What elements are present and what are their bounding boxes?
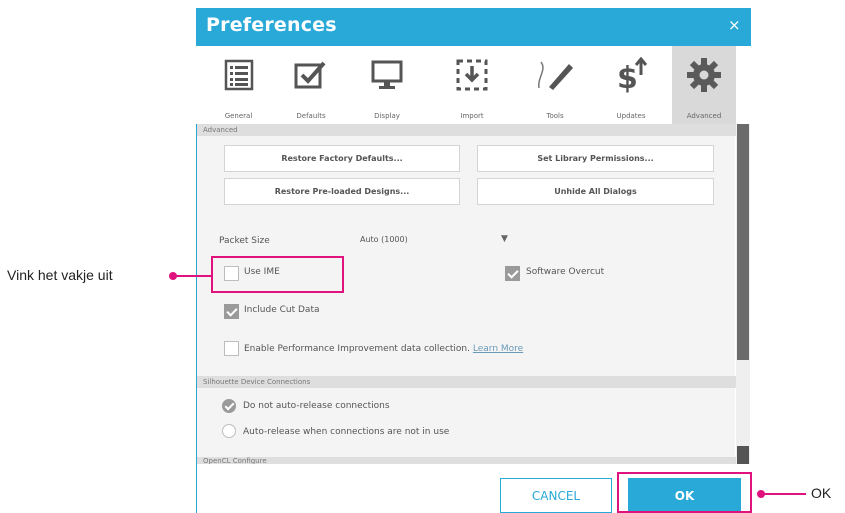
scrollbar-thumb[interactable] [737,124,749,360]
pen-tool-icon [520,56,590,94]
left-callout-dot [169,272,177,280]
left-callout-text: Vink het vakje uit [7,267,113,283]
radio-label: Do not auto-release connections [243,401,390,411]
use-ime-highlight-box [211,256,344,293]
tab-import[interactable]: Import [437,46,507,124]
tab-tools[interactable]: Tools [520,46,590,124]
software-overcut-label: Software Overcut [526,267,605,277]
software-overcut-checkbox[interactable] [505,266,520,281]
cancel-button[interactable]: CANCEL [500,478,612,513]
radio-label: Auto-release when connections are not in… [243,427,450,437]
include-cut-data-label: Include Cut Data [244,305,320,315]
ok-highlight-box [617,472,752,513]
tab-label: General [224,112,253,120]
import-icon [437,56,507,94]
tab-label: Advanced [686,112,722,120]
left-callout-line [171,275,211,277]
performance-data-text: Enable Performance Improvement data coll… [244,344,470,354]
section-header-advanced: Advanced [197,124,741,136]
tab-label: Defaults [296,112,326,120]
restore-factory-defaults-button[interactable]: Restore Factory Defaults... [224,145,460,172]
advanced-panel [197,124,735,464]
right-callout-text: OK [811,485,832,501]
close-icon[interactable]: × [728,16,741,34]
include-cut-data-checkbox[interactable] [224,304,239,319]
unhide-all-dialogs-button[interactable]: Unhide All Dialogs [477,178,714,205]
performance-data-label: Enable Performance Improvement data coll… [244,344,523,354]
right-callout-dot [757,490,765,498]
checkmark-box-icon [276,56,346,94]
tab-defaults[interactable]: Defaults [276,46,346,124]
tab-display[interactable]: Display [352,46,422,124]
dollar-update-icon: $ [596,56,666,94]
tab-label: Updates [616,112,646,120]
scroll-down-icon[interactable] [737,446,749,464]
packet-size-select[interactable]: Auto (1000) ▼ [352,230,522,250]
gear-icon [672,56,736,94]
tab-label: Import [460,112,484,120]
section-header-device-connections: Silhouette Device Connections [197,376,741,388]
radio-auto-release[interactable] [222,424,236,438]
right-callout-line [760,493,806,495]
tab-updates[interactable]: $ Updates [596,46,666,124]
restore-preloaded-designs-button[interactable]: Restore Pre-loaded Designs... [224,178,460,205]
packet-size-value: Auto (1000) [360,235,408,244]
packet-size-label: Packet Size [219,236,270,246]
monitor-icon [352,56,422,94]
dialog-title: Preferences [206,14,337,36]
performance-data-checkbox[interactable] [224,341,239,356]
svg-text:$: $ [617,61,638,93]
learn-more-link[interactable]: Learn More [473,344,523,354]
set-library-permissions-button[interactable]: Set Library Permissions... [477,145,714,172]
chevron-down-icon: ▼ [501,234,508,244]
list-icon [205,56,272,94]
radio-do-not-auto-release[interactable] [222,399,236,413]
tab-general[interactable]: General [205,46,272,124]
tab-label: Display [374,112,400,120]
tab-advanced[interactable]: Advanced [672,46,736,124]
tab-label: Tools [546,112,564,120]
